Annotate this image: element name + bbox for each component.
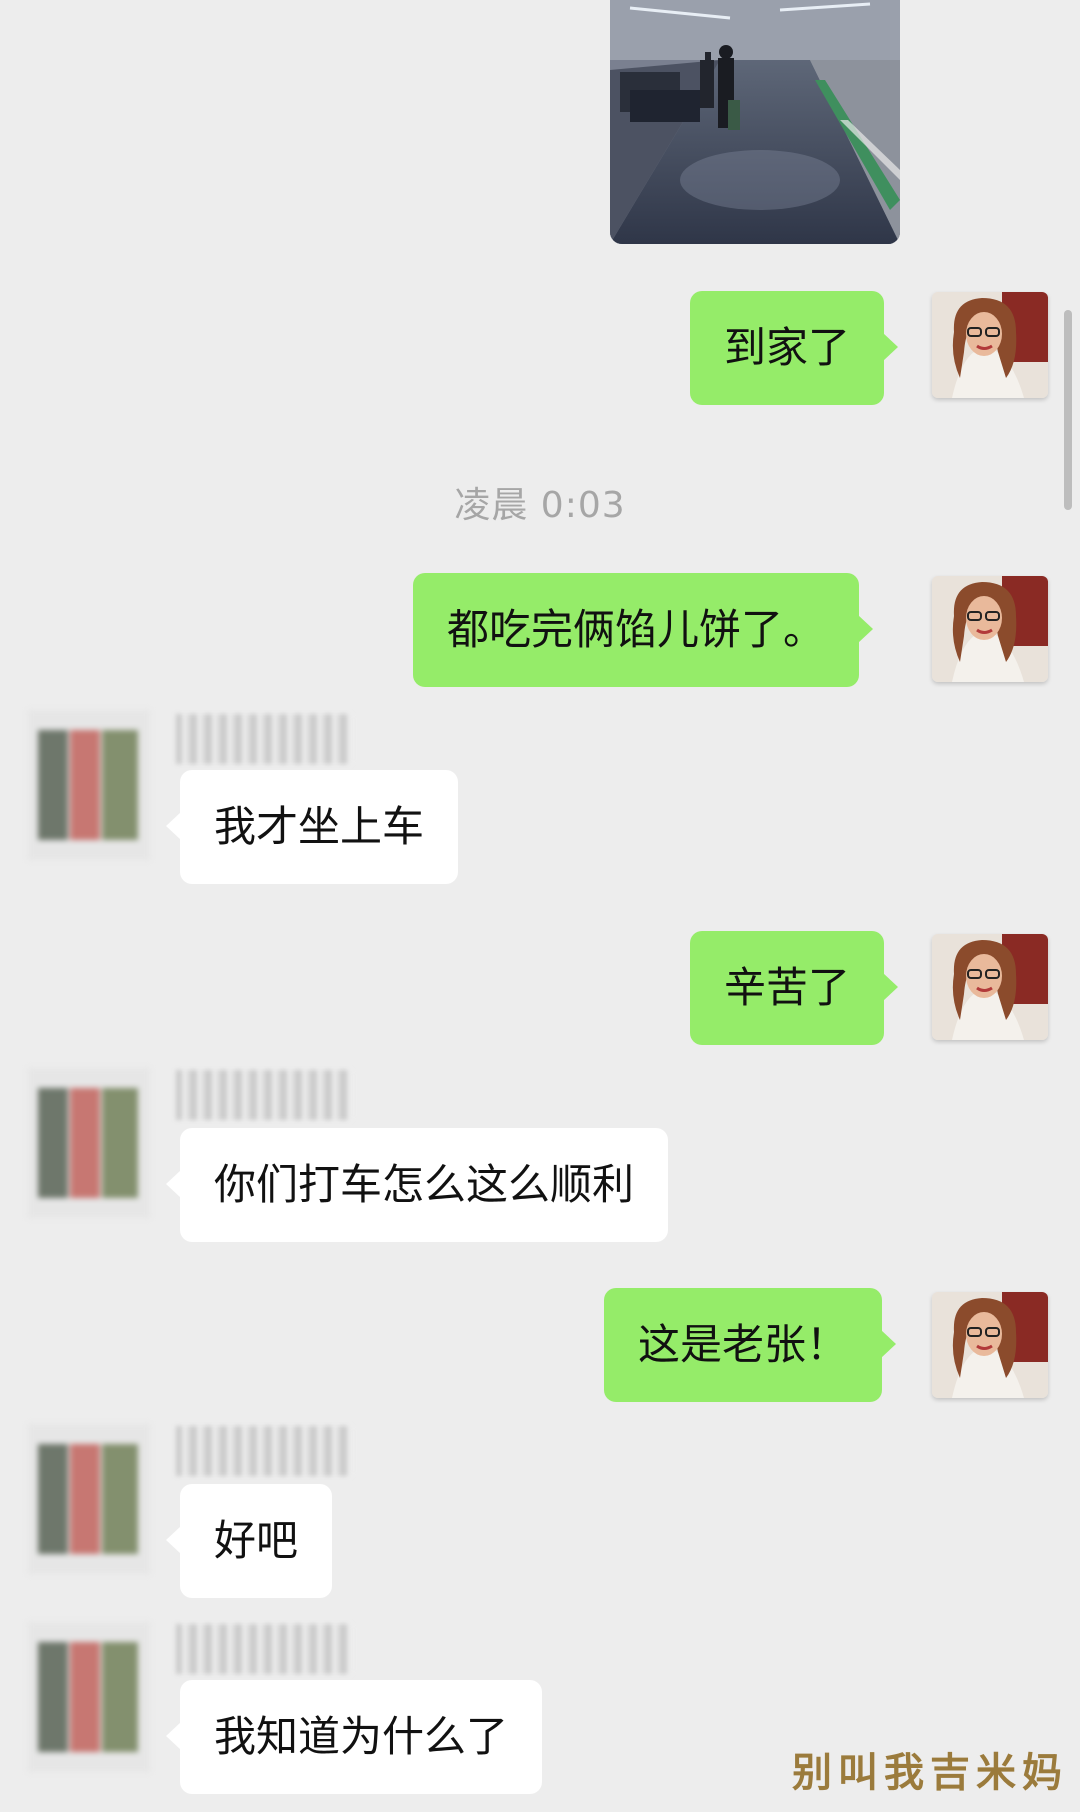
message-text: 我才坐上车 — [214, 802, 425, 851]
message-text: 到家了 — [724, 323, 851, 372]
message-text: 这是老张！ — [638, 1320, 849, 1369]
avatar-self[interactable] — [932, 576, 1048, 682]
avatar-contact[interactable] — [28, 1424, 150, 1574]
chat-screen: 到家了 凌晨 0:03 都吃完俩馅儿饼了。 我才坐上车 辛苦了 你们打车怎么这么… — [0, 0, 1080, 1812]
shared-photo-parking-garage[interactable] — [610, 0, 900, 244]
blurred-avatar-icon — [28, 1068, 150, 1218]
parking-garage-image — [610, 0, 900, 244]
message-bubble-sent[interactable]: 都吃完俩馅儿饼了。 — [413, 573, 874, 687]
sender-name-blurred — [176, 1070, 352, 1120]
message-bubble-received[interactable]: 你们打车怎么这么顺利 — [165, 1128, 669, 1242]
avatar-self[interactable] — [932, 292, 1048, 398]
blurred-avatar-icon — [28, 1424, 150, 1574]
message-bubble-sent[interactable]: 这是老张！ — [604, 1288, 897, 1402]
chat-timestamp: 凌晨 0:03 — [454, 485, 626, 526]
sender-name-blurred — [176, 1624, 352, 1674]
message-bubble-received[interactable]: 我知道为什么了 — [165, 1680, 543, 1794]
blurred-avatar-icon — [28, 710, 150, 860]
user-portrait-icon — [932, 934, 1048, 1040]
avatar-contact[interactable] — [28, 1068, 150, 1218]
avatar-contact[interactable] — [28, 1622, 150, 1772]
message-bubble-sent[interactable]: 辛苦了 — [690, 931, 899, 1045]
watermark-text: 别叫我吉米妈 — [792, 1749, 1068, 1796]
user-portrait-icon — [932, 576, 1048, 682]
sender-name-blurred — [176, 1426, 352, 1476]
avatar-self[interactable] — [932, 1292, 1048, 1398]
message-bubble-received[interactable]: 我才坐上车 — [165, 770, 459, 884]
message-bubble-received[interactable]: 好吧 — [165, 1484, 333, 1598]
message-text: 都吃完俩馅儿饼了。 — [447, 605, 826, 654]
sender-name-blurred — [176, 714, 352, 764]
avatar-self[interactable] — [932, 934, 1048, 1040]
avatar-contact[interactable] — [28, 710, 150, 860]
message-text: 你们打车怎么这么顺利 — [214, 1160, 635, 1209]
user-portrait-icon — [932, 1292, 1048, 1398]
user-portrait-icon — [932, 292, 1048, 398]
message-bubble-sent[interactable]: 到家了 — [690, 291, 899, 405]
message-text: 辛苦了 — [724, 963, 851, 1012]
message-text: 我知道为什么了 — [214, 1712, 509, 1761]
blurred-avatar-icon — [28, 1622, 150, 1772]
message-text: 好吧 — [214, 1516, 299, 1565]
